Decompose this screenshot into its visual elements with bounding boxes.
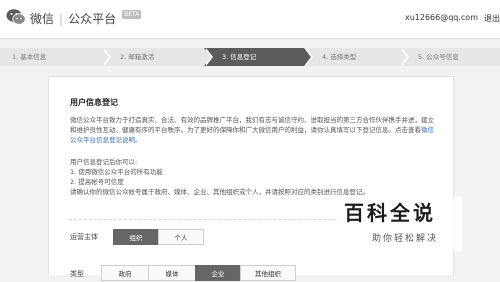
registration-steps: 1. 基本信息 2. 邮箱激活 3. 信息登记 4. 选择类型 5. 公众号信息 — [0, 48, 500, 66]
step-label: 2. 邮箱激活 — [120, 53, 155, 61]
type-option-other-organization[interactable]: 其他组织 — [240, 265, 296, 281]
subject-option-group: 组织 个人 — [113, 229, 204, 245]
subject-label: 运营主体 — [70, 233, 98, 241]
product-name: 公众平台 — [68, 12, 117, 26]
step-account-info: 5. 公众号信息 — [400, 48, 500, 66]
brand-name: 微信 — [30, 12, 55, 26]
type-option-enterprise[interactable]: 企业 — [195, 265, 241, 281]
type-label: 类型 — [70, 270, 84, 278]
account-email[interactable]: xu12666@qq.com — [405, 13, 478, 22]
step-label: 4. 选择类型 — [322, 53, 357, 61]
permission-item: 1. 使用微信公众平台的所有功能 — [70, 168, 163, 176]
intro-paragraph: 微信公众平台致力于打造真实、合法、有效的品牌推广平台，我们有志与诚信守约、进取担… — [70, 115, 440, 145]
intro-end: 。 — [135, 136, 142, 144]
brand-title[interactable]: 微信 | 公众平台 BETA — [30, 10, 142, 27]
step-info-registration: 3. 信息登记 — [204, 48, 313, 66]
top-bar: 微信 | 公众平台 BETA xu12666@qq.com 退出 — [0, 0, 500, 39]
permission-item: 2. 提高帐号可信度 — [70, 178, 124, 186]
type-option-government[interactable]: 政府 — [101, 265, 149, 281]
subject-option-organization[interactable]: 组织 — [113, 229, 159, 245]
watermark-title: 百科全说 — [344, 201, 436, 225]
step-select-type: 4. 选择类型 — [304, 48, 409, 66]
type-option-group: 政府 媒体 企业 其他组织 — [101, 265, 296, 281]
step-label: 1. 基本信息 — [12, 53, 47, 61]
step-basic-info: 1. 基本信息 — [0, 48, 111, 66]
logout-link[interactable]: 退出 — [484, 13, 500, 24]
step-label: 5. 公众号信息 — [418, 53, 459, 61]
section-title: 用户信息登记 — [70, 98, 118, 107]
intro-text: 微信公众平台致力于打造真实、合法、有效的品牌推广平台，我们有志与诚信守约、进取担… — [70, 116, 434, 134]
watermark-subtitle: 助你轻松解决 — [372, 234, 439, 244]
wechat-logo-icon — [6, 9, 26, 25]
type-option-media[interactable]: 媒体 — [148, 265, 196, 281]
permissions-title: 用户信息登记后你可以: — [70, 158, 138, 166]
beta-badge: BETA — [122, 10, 142, 19]
permissions-block: 用户信息登记后你可以: 1. 使用微信公众平台的所有功能 2. 提高帐号可信度 … — [70, 157, 440, 197]
step-email-activation: 2. 邮箱激活 — [102, 48, 213, 66]
step-label: 3. 信息登记 — [222, 53, 257, 61]
brand-separator: | — [59, 11, 64, 26]
subject-option-individual[interactable]: 个人 — [158, 229, 204, 245]
